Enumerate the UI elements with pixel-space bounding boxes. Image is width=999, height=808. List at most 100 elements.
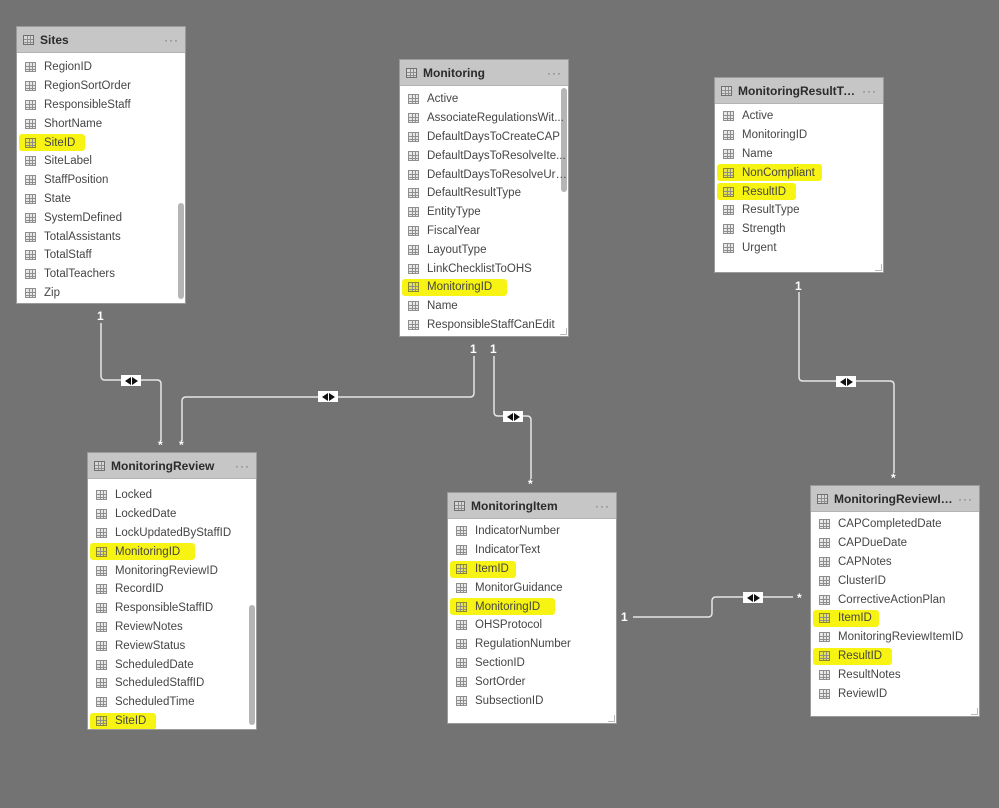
- field-row[interactable]: MonitoringID: [448, 597, 616, 616]
- table-card-monitoringreviewitem[interactable]: MonitoringReviewIt... ··· CAPCompletedDa…: [810, 485, 980, 717]
- more-options-button[interactable]: ···: [235, 459, 250, 473]
- field-row[interactable]: ScheduledDate: [88, 655, 256, 674]
- field-row[interactable]: OHSProtocol: [448, 616, 616, 635]
- field-row[interactable]: SectionID: [448, 654, 616, 673]
- field-row[interactable]: SystemDefined: [17, 208, 185, 227]
- column-icon: [408, 169, 419, 180]
- field-row[interactable]: DefaultDaysToResolveUrg...: [400, 165, 568, 184]
- field-row[interactable]: MonitorGuidance: [448, 578, 616, 597]
- field-row[interactable]: LockedDate: [88, 505, 256, 524]
- crossfilter-both-icon[interactable]: [503, 411, 523, 422]
- field-row[interactable]: MonitoringID: [715, 126, 883, 145]
- field-row[interactable]: DefaultDaysToCreateCAP: [400, 128, 568, 147]
- field-row[interactable]: SubsectionID: [448, 691, 616, 710]
- scrollbar-thumb[interactable]: [249, 605, 255, 725]
- crossfilter-both-icon[interactable]: [743, 592, 763, 603]
- more-options-button[interactable]: ···: [547, 66, 562, 80]
- field-row[interactable]: Name: [715, 145, 883, 164]
- field-row[interactable]: Zip: [17, 284, 185, 303]
- field-row[interactable]: Name: [400, 297, 568, 316]
- table-card-monitoringresulttype[interactable]: MonitoringResultType ··· Active Monitorin…: [714, 77, 884, 273]
- table-header[interactable]: Sites ···: [17, 27, 185, 53]
- table-header[interactable]: MonitoringItem ···: [448, 493, 616, 519]
- table-card-monitoringitem[interactable]: MonitoringItem ··· IndicatorNumber Indica…: [447, 492, 617, 724]
- resize-grip[interactable]: [971, 708, 978, 715]
- field-row[interactable]: Locked: [88, 486, 256, 505]
- field-row[interactable]: LayoutType: [400, 240, 568, 259]
- field-row[interactable]: ItemID: [811, 609, 979, 628]
- field-row[interactable]: RegionID: [17, 58, 185, 77]
- field-row[interactable]: DefaultDaysToResolveIte...: [400, 146, 568, 165]
- field-row[interactable]: ShortName: [17, 114, 185, 133]
- relationship-line-item-reviewitem[interactable]: [633, 596, 793, 618]
- field-row[interactable]: ResponsibleStaffCanEdit: [400, 316, 568, 335]
- field-row[interactable]: TotalTeachers: [17, 265, 185, 284]
- field-row[interactable]: RecordID: [88, 580, 256, 599]
- field-row[interactable]: ResponsibleStaffID: [88, 599, 256, 618]
- field-row[interactable]: DefaultResultType: [400, 184, 568, 203]
- table-header[interactable]: MonitoringReviewIt... ···: [811, 486, 979, 512]
- field-row[interactable]: ResultID: [811, 647, 979, 666]
- scrollbar-thumb[interactable]: [178, 203, 184, 299]
- crossfilter-both-icon[interactable]: [318, 391, 338, 402]
- field-row[interactable]: CAPCompletedDate: [811, 515, 979, 534]
- field-row[interactable]: IndicatorNumber: [448, 522, 616, 541]
- field-row[interactable]: MonitoringID: [400, 278, 568, 297]
- field-row[interactable]: LinkChecklistToOHS: [400, 259, 568, 278]
- field-row[interactable]: LockUpdatedByStaffID: [88, 524, 256, 543]
- field-row[interactable]: ReviewNotes: [88, 618, 256, 637]
- field-row[interactable]: Active: [400, 90, 568, 109]
- field-row[interactable]: ScheduledStaffID: [88, 674, 256, 693]
- field-row[interactable]: SiteID: [88, 712, 256, 729]
- table-card-monitoringreview[interactable]: MonitoringReview ··· Locked LockedDate Loc…: [87, 452, 257, 730]
- field-row[interactable]: ResultNotes: [811, 665, 979, 684]
- table-header[interactable]: MonitoringReview ···: [88, 453, 256, 479]
- table-card-monitoring[interactable]: Monitoring ··· Active AssociateRegulation…: [399, 59, 569, 337]
- field-row[interactable]: TotalAssistants: [17, 227, 185, 246]
- field-row[interactable]: FiscalYear: [400, 222, 568, 241]
- field-row[interactable]: ReviewStatus: [88, 636, 256, 655]
- table-card-sites[interactable]: Sites ··· RegionID RegionSortOrder Respons…: [16, 26, 186, 304]
- field-row[interactable]: ResultID: [715, 182, 883, 201]
- field-row[interactable]: SiteLabel: [17, 152, 185, 171]
- crossfilter-both-icon[interactable]: [836, 376, 856, 387]
- field-row[interactable]: Urgent: [715, 239, 883, 258]
- resize-grip[interactable]: [560, 328, 567, 335]
- field-row[interactable]: ScheduledTime: [88, 693, 256, 712]
- field-row[interactable]: SiteID: [17, 133, 185, 152]
- field-row[interactable]: MonitoringReviewItemID: [811, 628, 979, 647]
- more-options-button[interactable]: ···: [862, 84, 877, 98]
- more-options-button[interactable]: ···: [958, 492, 973, 506]
- field-row[interactable]: AssociateRegulationsWit...: [400, 109, 568, 128]
- table-header[interactable]: Monitoring ···: [400, 60, 568, 86]
- crossfilter-both-icon[interactable]: [121, 375, 141, 386]
- resize-grip[interactable]: [875, 264, 882, 271]
- field-row[interactable]: NonCompliant: [715, 163, 883, 182]
- field-row[interactable]: ResultType: [715, 201, 883, 220]
- table-header[interactable]: MonitoringResultType ···: [715, 78, 883, 104]
- field-row[interactable]: CAPDueDate: [811, 534, 979, 553]
- resize-grip[interactable]: [608, 715, 615, 722]
- field-row[interactable]: MonitoringReviewID: [88, 561, 256, 580]
- field-row[interactable]: RegulationNumber: [448, 635, 616, 654]
- field-row[interactable]: ReviewID: [811, 684, 979, 703]
- more-options-button[interactable]: ···: [595, 499, 610, 513]
- field-row[interactable]: SortOrder: [448, 672, 616, 691]
- field-row[interactable]: RegionSortOrder: [17, 77, 185, 96]
- cardinality-many: *: [891, 471, 896, 485]
- field-row[interactable]: StaffPosition: [17, 171, 185, 190]
- field-row[interactable]: ResponsibleStaff: [17, 96, 185, 115]
- field-row[interactable]: State: [17, 190, 185, 209]
- field-row[interactable]: Active: [715, 107, 883, 126]
- field-row[interactable]: EntityType: [400, 203, 568, 222]
- field-row[interactable]: Strength: [715, 220, 883, 239]
- field-row[interactable]: IndicatorText: [448, 541, 616, 560]
- model-canvas[interactable]: 1 * 1 * 1 * 1 * 1 * Sites ··· RegionID Re…: [0, 0, 999, 808]
- more-options-button[interactable]: ···: [164, 33, 179, 47]
- field-row[interactable]: ClusterID: [811, 571, 979, 590]
- field-row[interactable]: ItemID: [448, 560, 616, 579]
- field-row[interactable]: MonitoringID: [88, 542, 256, 561]
- field-row[interactable]: CAPNotes: [811, 553, 979, 572]
- field-row[interactable]: CorrectiveActionPlan: [811, 590, 979, 609]
- field-row[interactable]: TotalStaff: [17, 246, 185, 265]
